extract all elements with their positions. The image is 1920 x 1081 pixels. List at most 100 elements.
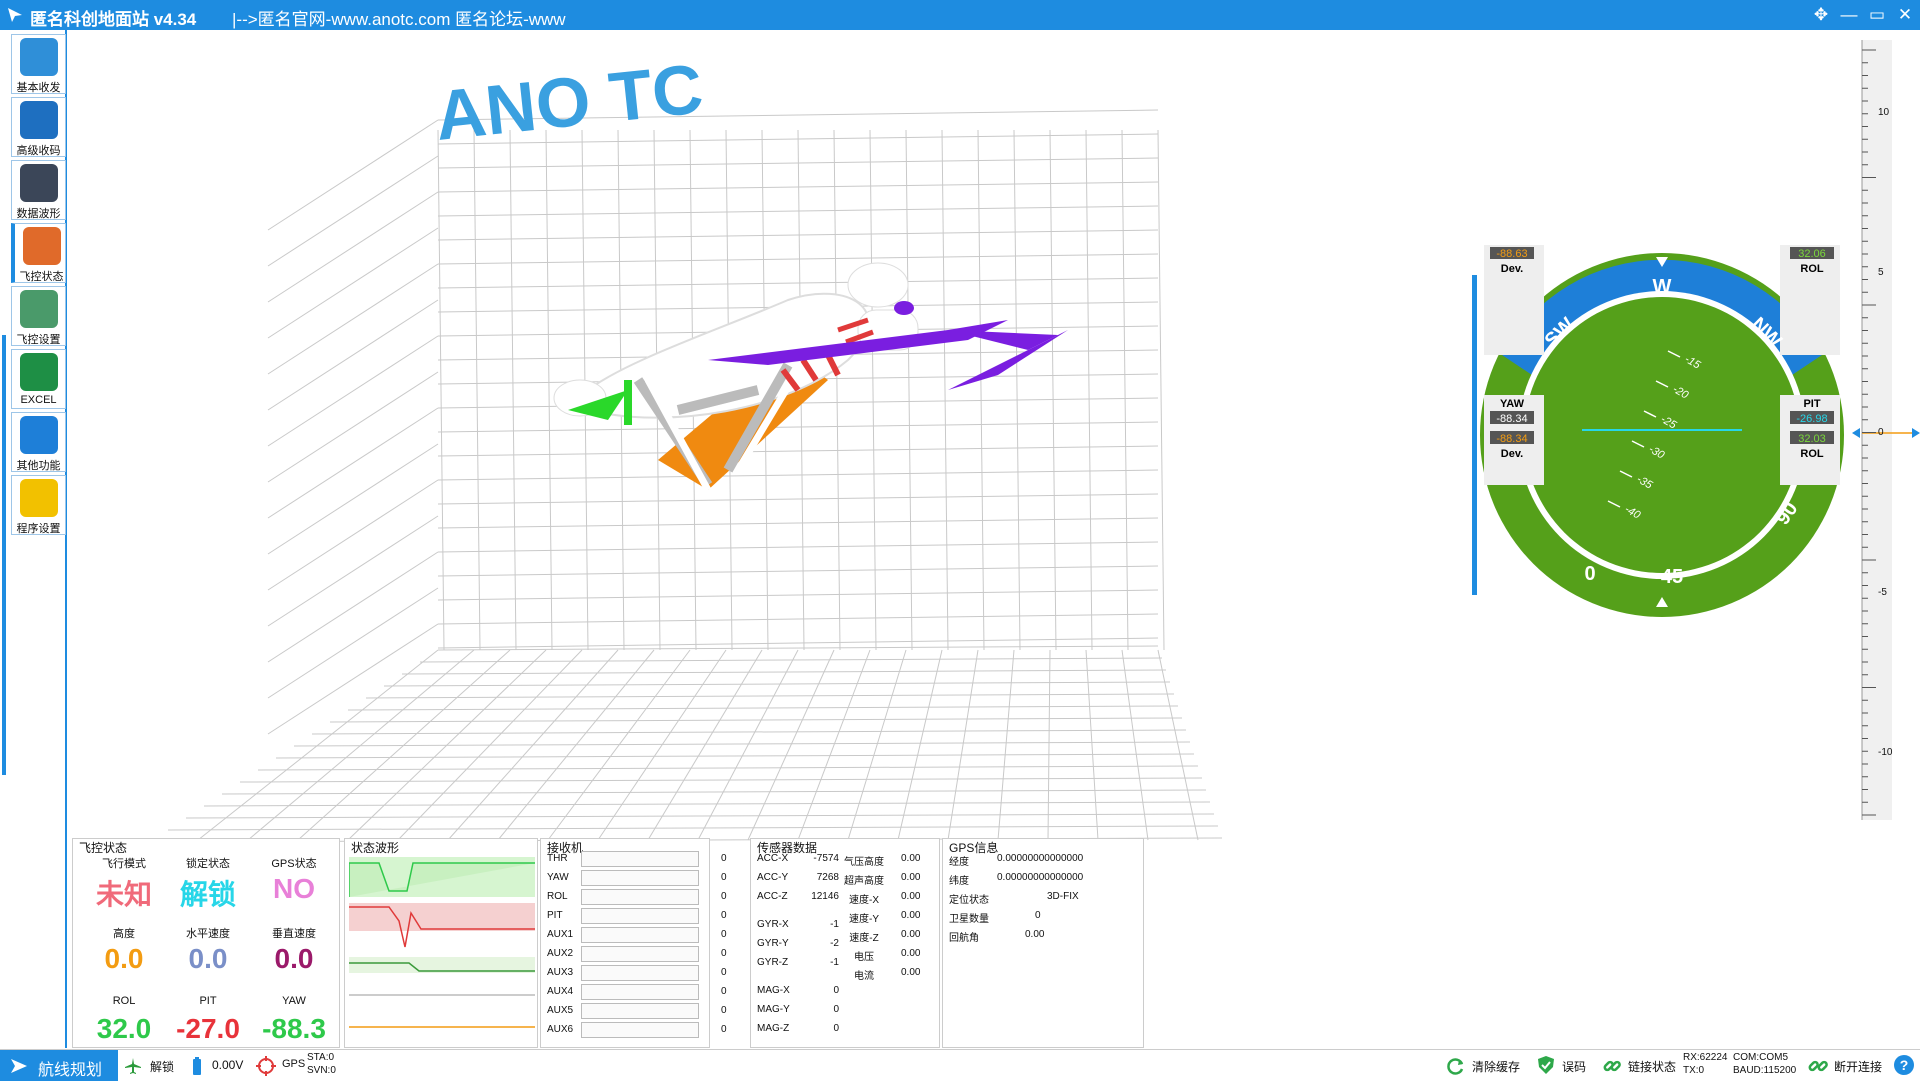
nav-terminal[interactable]: 基本收发 [11, 34, 66, 94]
status-wave-panel: 状态波形 [344, 838, 538, 1048]
route-planning-label: 航线规划 [38, 1062, 103, 1079]
shield-check-icon [1538, 1056, 1554, 1074]
sensor-value: 0.00 [901, 948, 921, 959]
pit-value: -26.98 [1796, 413, 1827, 425]
lines-icon [20, 101, 58, 139]
rx-channel-name: YAW [547, 872, 569, 883]
minimize-icon[interactable]: — [1836, 3, 1862, 27]
flight-value: 0.0 [104, 943, 144, 974]
rx-channel-name: THR [547, 853, 568, 864]
help-icon[interactable]: ? [1894, 1055, 1914, 1075]
rx-channel-bar [581, 965, 699, 981]
sensor-value: -7574 [813, 853, 839, 864]
unlock-status: 解锁 [150, 1060, 175, 1074]
dropbox-icon [20, 416, 58, 454]
rx-channel-value: 0 [721, 910, 727, 921]
nav-gear[interactable]: 程序设置 [11, 475, 66, 535]
tx-count: TX:0 [1683, 1065, 1705, 1076]
gps-value: 3D-FIX [1047, 891, 1079, 902]
link-icon [1603, 1060, 1621, 1072]
nav-gauge[interactable]: 飞控状态 [11, 223, 66, 283]
window-title: 匿名科创地面站 v4.34 [30, 10, 197, 29]
sensor-value: 0.00 [901, 891, 921, 902]
sensor-value: 0 [833, 985, 839, 996]
nav-label: 飞控设置 [16, 334, 61, 346]
gear-icon [20, 479, 58, 517]
error-code-button[interactable]: 误码 [1562, 1058, 1586, 1075]
nav-lines[interactable]: 高级收码 [11, 97, 66, 157]
sensor-key: GYR-Y [757, 938, 789, 949]
dev-top-value: -88.63 [1496, 248, 1527, 260]
scale-tick-label: 0 [1878, 427, 1884, 438]
sidebar-scroll-rail[interactable] [2, 335, 6, 775]
website-link[interactable]: |-->匿名官网-www.anotc.com 匿名论坛-www [232, 5, 566, 30]
ring-0: 0 [1584, 563, 1595, 585]
flight-value: -88.3 [262, 1013, 326, 1044]
voltage-value: 0.00V [212, 1058, 244, 1072]
scale-tick-label: 10 [1878, 107, 1890, 118]
compass-w: W [1653, 276, 1672, 298]
nav-spreadsheet[interactable]: EXCEL [11, 349, 66, 409]
sensor-value: 0.00 [901, 967, 921, 978]
rx-channel-value: 0 [721, 1024, 727, 1035]
sensor-key: MAG-Z [757, 1023, 790, 1034]
move-icon[interactable]: ✥ [1808, 3, 1834, 27]
flight-value: 32.0 [96, 1013, 152, 1044]
gps-value: 0 [1035, 910, 1041, 921]
gps-value: 0.00000000000000 [997, 853, 1084, 864]
disconnect-button[interactable]: 断开连接 [1834, 1058, 1882, 1075]
sensor-value: 12146 [811, 891, 839, 902]
sensor-value: -2 [830, 938, 839, 949]
nav-bar-chart[interactable]: 数据波形 [11, 160, 66, 220]
sensor-key: 超声高度 [844, 876, 884, 887]
rx-count: RX:62224 [1683, 1052, 1728, 1063]
sensor-value: 0 [833, 1023, 839, 1034]
sensor-key: MAG-X [757, 985, 790, 996]
flight-value: 0.0 [188, 943, 228, 974]
rx-channel-bar [581, 889, 699, 905]
rx-channel-value: 0 [721, 891, 727, 902]
rx-channel-bar [581, 984, 699, 1000]
route-planning-button[interactable]: 航线规划 [0, 1050, 118, 1081]
rx-channel-bar [581, 908, 699, 924]
nav-sliders[interactable]: 飞控设置 [11, 286, 66, 346]
sensor-value: 0.00 [901, 929, 921, 940]
arrow-right-icon [11, 1059, 27, 1073]
plane-icon [125, 1058, 141, 1074]
gps-label: GPS [282, 1058, 306, 1070]
sensor-panel: 传感器数据 ACC-X -7574 ACC-Y 7268 ACC-Z 12146 GYR-X… [750, 838, 940, 1048]
nav-label: EXCEL [20, 394, 57, 406]
sensor-key: 速度-Z [849, 933, 879, 944]
title-bar: 匿名科创地面站 v4.34 |-->匿名官网-www.anotc.com 匿名论… [0, 0, 1920, 30]
clear-cache-button[interactable]: 清除缓存 [1472, 1058, 1520, 1075]
pit-label: PIT [1803, 398, 1820, 410]
app-logo-icon [8, 8, 22, 22]
svn-value: SVN:0 [307, 1065, 336, 1076]
rx-channel-value: 0 [721, 967, 727, 978]
spreadsheet-icon [20, 353, 58, 391]
flight-value: 0.0 [274, 943, 314, 974]
nav-dropbox[interactable]: 其他功能 [11, 412, 66, 472]
rx-channel-bar [581, 870, 699, 886]
maximize-icon[interactable]: ▭ [1864, 3, 1890, 27]
link-status-button[interactable]: 链接状态 [1628, 1058, 1676, 1075]
yaw-dev-label: Dev. [1501, 448, 1523, 460]
rx-channel-name: AUX6 [547, 1024, 574, 1035]
nav-label: 飞控状态 [19, 271, 64, 283]
flight-label: PIT [199, 995, 217, 1007]
close-icon[interactable]: ✕ [1892, 3, 1918, 27]
gps-target-icon [256, 1056, 276, 1076]
yaw-label: YAW [1500, 398, 1525, 410]
attitude-3d-view[interactable]: ANO TC [68, 30, 1238, 845]
rx-channel-name: AUX5 [547, 1005, 574, 1016]
flight-label: GPS状态 [271, 858, 317, 870]
flight-value: NO [273, 873, 315, 904]
status-wave-title: 状态波形 [351, 841, 400, 855]
flight-value: -27.0 [176, 1013, 240, 1044]
sensor-key: MAG-Y [757, 1004, 790, 1015]
pit-rol-value: 32.03 [1798, 433, 1826, 445]
sensor-value: 0 [833, 1004, 839, 1015]
sliders-icon [20, 290, 58, 328]
rx-channel-name: AUX3 [547, 967, 574, 978]
sidebar: 基本收发 高级收码 数据波形飞控状态飞控设置 EXCEL 其他功能 程序设置 [0, 30, 67, 1048]
